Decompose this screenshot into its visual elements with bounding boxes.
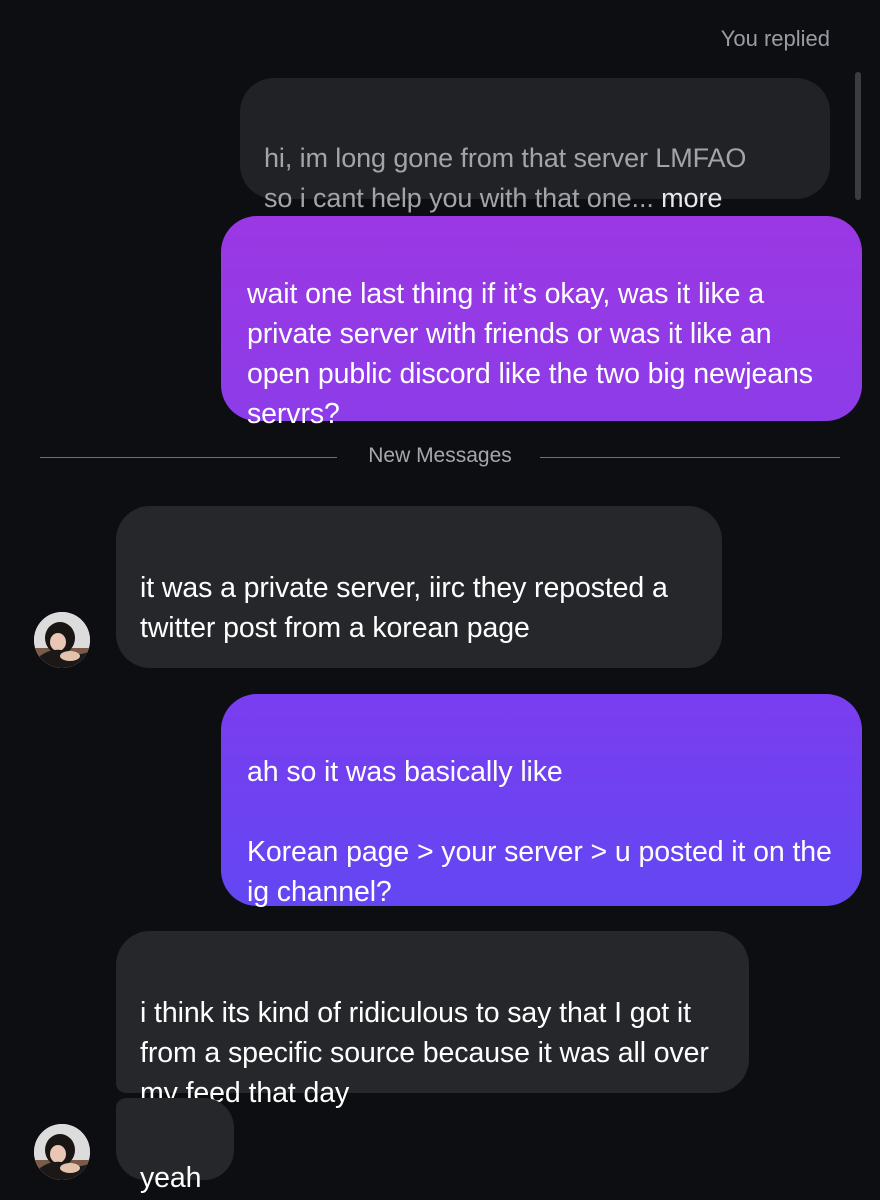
quoted-reply-bubble[interactable]: hi, im long gone from that server LMFAO …: [240, 78, 830, 213]
message-text: i think its kind of ridiculous to say th…: [140, 997, 709, 1109]
avatar-photo-icon: [34, 1124, 90, 1180]
message-text: ah so it was basically like Korean page …: [247, 756, 832, 908]
divider-line-left: [40, 457, 337, 458]
more-link[interactable]: more: [654, 183, 722, 213]
message-text: wait one last thing if it’s okay, was it…: [247, 278, 813, 430]
received-message-bubble[interactable]: it was a private server, iirc they repos…: [116, 506, 722, 668]
avatar-photo-icon: [34, 612, 90, 668]
sent-message-bubble[interactable]: wait one last thing if it’s okay, was it…: [221, 216, 862, 430]
received-message-bubble[interactable]: i think its kind of ridiculous to say th…: [116, 931, 749, 1147]
new-messages-label: New Messages: [368, 444, 512, 467]
contact-avatar[interactable]: [34, 612, 90, 668]
contact-avatar[interactable]: [34, 1124, 90, 1180]
message-text: yeah: [140, 1162, 202, 1194]
message-text: it was a private server, iirc they repos…: [140, 572, 668, 644]
divider-line-right: [540, 457, 840, 458]
sent-message-bubble[interactable]: ah so it was basically like Korean page …: [221, 694, 862, 908]
you-replied-label: You replied: [720, 26, 830, 51]
new-messages-divider: New Messages: [40, 442, 840, 472]
received-message-bubble[interactable]: yeah: [116, 1098, 234, 1194]
scrollbar[interactable]: [855, 72, 861, 200]
